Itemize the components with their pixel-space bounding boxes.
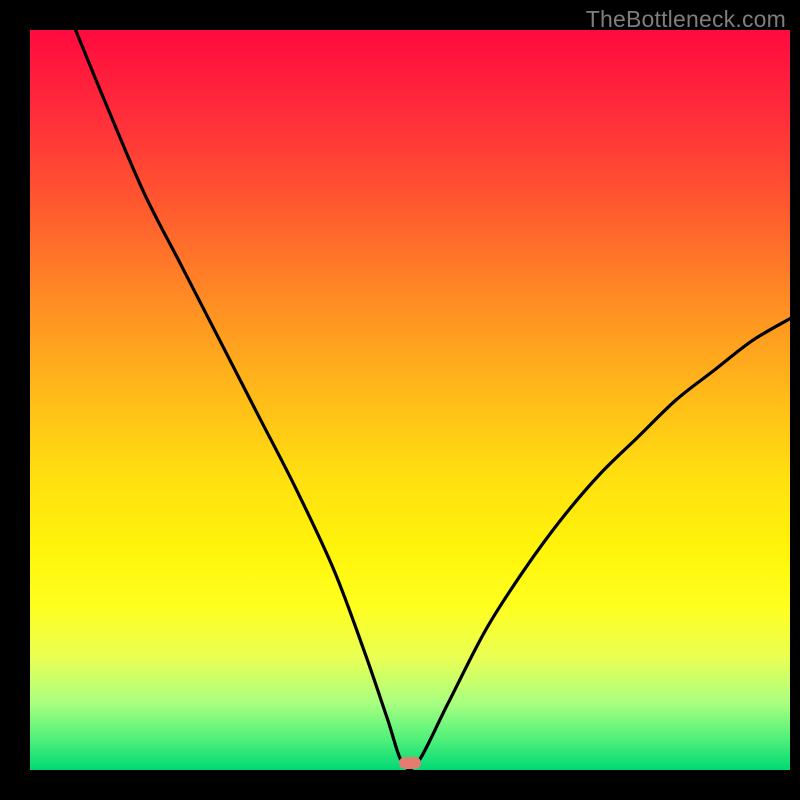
optimal-point-marker <box>399 757 421 769</box>
bottleneck-curve <box>30 30 790 770</box>
chart-frame: TheBottleneck.com <box>0 0 800 800</box>
plot-area <box>30 30 790 770</box>
watermark-label: TheBottleneck.com <box>586 6 786 33</box>
